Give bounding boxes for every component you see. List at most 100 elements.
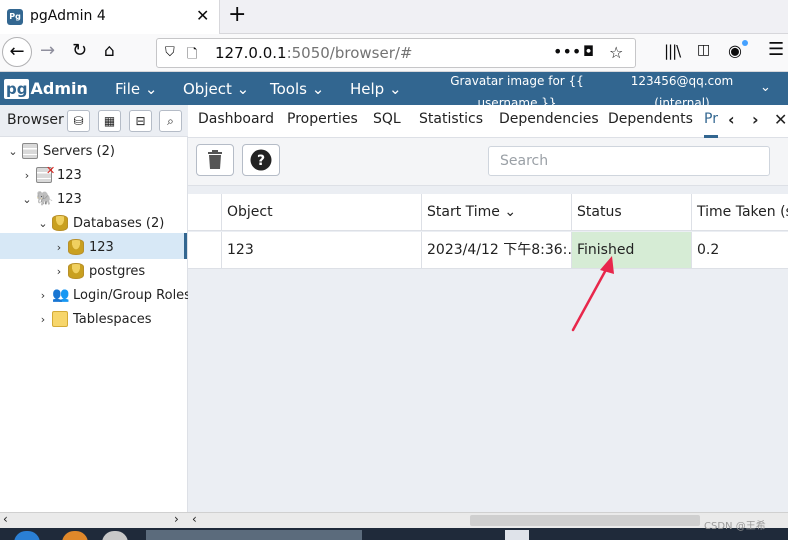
- chevron-down-icon[interactable]: ⌄: [6, 145, 20, 158]
- browser-horizontal-scrollbar[interactable]: ‹ ›: [0, 512, 188, 528]
- grid-horizontal-scrollbar[interactable]: ‹: [188, 512, 788, 528]
- page-info-icon[interactable]: 🗋: [187, 45, 197, 67]
- url-bar[interactable]: ⛉ 🗋 127.0.0.1:5050/browser/# ••• ◘ ☆: [156, 38, 636, 68]
- tab-dashboard[interactable]: Dashboard: [198, 111, 274, 127]
- tab-sql[interactable]: SQL: [373, 111, 401, 127]
- search-field[interactable]: [488, 146, 770, 176]
- query-tool-icon[interactable]: ⛁: [67, 110, 90, 132]
- logo-pg: pg: [4, 78, 30, 99]
- menu-tools-label: Tools: [270, 80, 307, 98]
- menu-object[interactable]: Object ⌄: [183, 80, 249, 98]
- menu-object-label: Object: [183, 80, 232, 98]
- sidebar-toggle-icon[interactable]: ◫: [697, 42, 710, 58]
- tab-title: pgAdmin 4: [30, 8, 106, 24]
- tree-item-login-roles[interactable]: › 👥 Login/Group Roles: [36, 283, 191, 307]
- chevron-right-icon[interactable]: ›: [52, 265, 66, 278]
- home-icon[interactable]: ⌂: [104, 41, 115, 61]
- account-icon[interactable]: ◉: [728, 41, 742, 60]
- pgadmin-header: pg Admin File ⌄ Object ⌄ Tools ⌄ Help ⌄ G…: [0, 72, 788, 110]
- tree-item-label: Databases (2): [73, 215, 165, 231]
- page-actions-icon[interactable]: •••: [553, 42, 581, 61]
- server-disconnected-icon: ✕: [36, 164, 55, 183]
- tree-item-database-123[interactable]: › 123: [52, 235, 114, 259]
- watermark: CSDN @王希: [704, 521, 766, 532]
- forward-arrow-icon[interactable]: →: [40, 40, 55, 61]
- tree-item-servers[interactable]: ⌄ Servers (2): [6, 139, 115, 163]
- column-header-start-time[interactable]: Start Time ⌄: [422, 194, 572, 230]
- taskbar-app-icon[interactable]: [62, 531, 88, 540]
- tree-item-server-disconnected[interactable]: › ✕ 123: [20, 163, 82, 187]
- chevron-right-icon[interactable]: ›: [36, 313, 50, 326]
- tab-dependents[interactable]: Dependents: [608, 111, 693, 127]
- menu-help-label: Help: [350, 80, 385, 98]
- cell-start-time: 2023/4/12 下午8:36:…: [422, 232, 572, 268]
- scroll-right-icon[interactable]: ›: [174, 512, 179, 526]
- chevron-right-icon[interactable]: ›: [52, 241, 66, 254]
- bookmark-star-icon[interactable]: ☆: [609, 43, 623, 62]
- databases-icon: [52, 215, 68, 231]
- chevron-down-icon[interactable]: ⌄: [20, 193, 34, 206]
- url-path: :5050/browser/#: [286, 44, 413, 62]
- chevron-down-icon[interactable]: ⌄: [36, 217, 50, 230]
- search-input[interactable]: [489, 147, 769, 175]
- grid-header-row: Object Start Time ⌄ Status Time Taken (s: [188, 194, 788, 231]
- search-objects-icon[interactable]: ⌕: [159, 110, 182, 132]
- menu-help[interactable]: Help ⌄: [350, 80, 402, 98]
- pgadmin-favicon-icon: Pg: [7, 9, 23, 25]
- tree-item-database-postgres[interactable]: › postgres: [52, 259, 145, 283]
- tab-scroll-right-icon[interactable]: ›: [752, 110, 759, 129]
- browser-tab[interactable]: Pg pgAdmin 4 ✕: [0, 0, 220, 34]
- tree-item-databases[interactable]: ⌄ Databases (2): [36, 211, 164, 235]
- chevron-right-icon[interactable]: ›: [20, 169, 34, 182]
- view-data-icon[interactable]: ▦: [98, 110, 121, 132]
- column-header-time-taken[interactable]: Time Taken (s: [692, 194, 788, 230]
- help-button[interactable]: ?: [242, 144, 280, 176]
- tab-dependencies[interactable]: Dependencies: [499, 111, 599, 127]
- close-panel-icon[interactable]: ✕: [774, 110, 787, 129]
- database-icon: [68, 263, 84, 279]
- scroll-left-icon[interactable]: ‹: [3, 512, 8, 526]
- chevron-down-icon: ⌄: [144, 80, 158, 98]
- tree-item-label: 123: [57, 191, 82, 207]
- browser-tab-bar: Pg pgAdmin 4 ✕ +: [0, 0, 788, 34]
- browser-toolbar: Browser ⛁ ▦ ⊟ ⌕: [0, 105, 188, 137]
- database-icon: [68, 239, 84, 255]
- browser-panel-title: Browser: [7, 112, 64, 128]
- tree-item-label: 123: [89, 239, 114, 255]
- main-tab-strip: Dashboard Properties SQL Statistics Depe…: [188, 105, 788, 138]
- delete-button[interactable]: [196, 144, 234, 176]
- row-select-cell[interactable]: [188, 232, 222, 268]
- menu-tools[interactable]: Tools ⌄: [270, 80, 324, 98]
- tree-item-server-connected[interactable]: ⌄ 🐘 123: [20, 187, 82, 211]
- server-group-icon: [22, 143, 38, 159]
- taskbar-app-icon[interactable]: [102, 531, 128, 540]
- back-arrow-icon[interactable]: ←: [2, 37, 32, 67]
- filtered-rows-icon[interactable]: ⊟: [129, 110, 152, 132]
- tablespaces-folder-icon: [52, 311, 68, 327]
- chevron-right-icon[interactable]: ›: [36, 289, 50, 302]
- hamburger-menu-icon[interactable]: ☰: [768, 39, 784, 60]
- taskbar-window-button[interactable]: [505, 530, 529, 540]
- scrollbar-thumb[interactable]: [470, 515, 700, 526]
- tab-properties[interactable]: Properties: [287, 111, 358, 127]
- user-menu-chevron-icon[interactable]: ⌄: [760, 80, 771, 95]
- pgadmin-logo: pg Admin: [4, 78, 88, 99]
- url-text[interactable]: 127.0.0.1:5050/browser/#: [215, 44, 413, 62]
- scroll-left-icon[interactable]: ‹: [192, 512, 197, 526]
- tree-item-tablespaces[interactable]: › Tablespaces: [36, 307, 152, 331]
- taskbar-window-button[interactable]: [146, 530, 362, 540]
- tab-scroll-left-icon[interactable]: ‹: [728, 110, 735, 129]
- reload-icon[interactable]: ↻: [72, 40, 87, 61]
- library-icon[interactable]: |||\: [664, 42, 681, 60]
- pocket-icon[interactable]: ◘: [583, 44, 594, 60]
- column-header-object[interactable]: Object: [222, 194, 422, 230]
- shield-icon[interactable]: ⛉: [165, 45, 175, 60]
- close-tab-icon[interactable]: ✕: [196, 6, 209, 25]
- column-header-status[interactable]: Status: [572, 194, 692, 230]
- taskbar-app-icon[interactable]: [14, 531, 40, 540]
- table-row[interactable]: 123 2023/4/12 下午8:36:… Finished 0.2: [188, 232, 788, 269]
- tab-processes[interactable]: Pr: [704, 111, 718, 127]
- tab-statistics[interactable]: Statistics: [419, 111, 483, 127]
- new-tab-button[interactable]: +: [228, 2, 246, 27]
- menu-file[interactable]: File ⌄: [115, 80, 157, 98]
